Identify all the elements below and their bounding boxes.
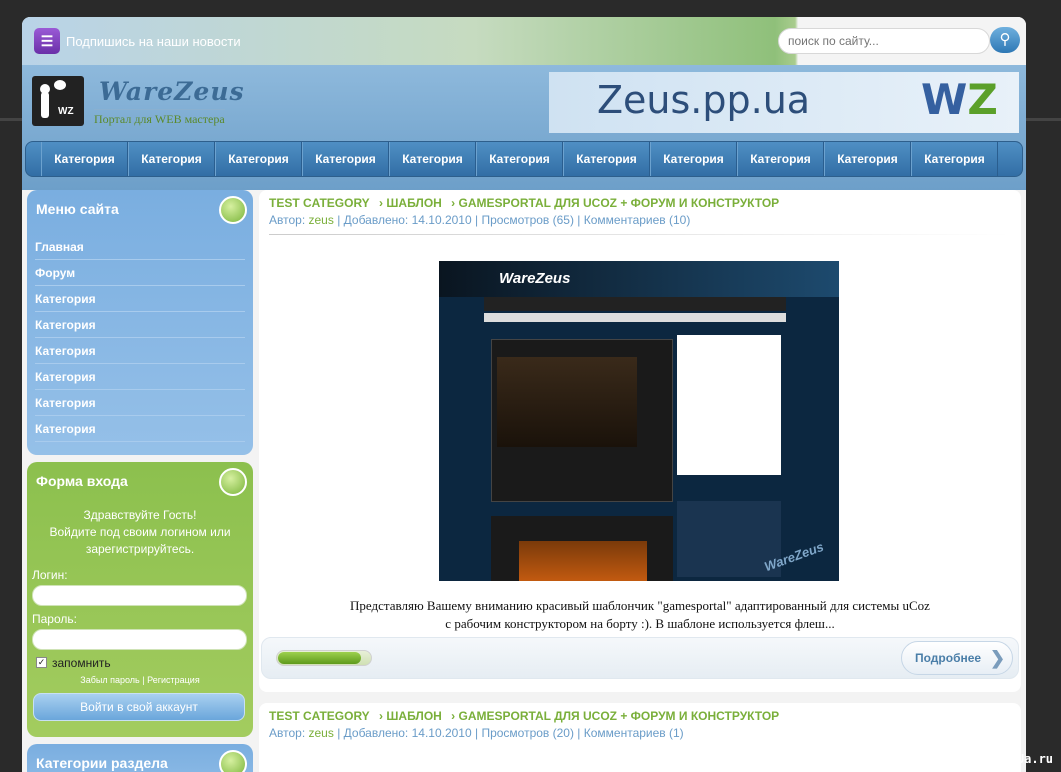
author-link[interactable]: zeus bbox=[309, 213, 334, 227]
remember-checkbox[interactable]: ✓ bbox=[36, 657, 47, 668]
nav-item[interactable]: Категория bbox=[41, 142, 128, 176]
menu-item[interactable]: Главная bbox=[35, 234, 245, 260]
rss-icon[interactable]: ☰ bbox=[34, 28, 60, 54]
nav-item[interactable]: Категория bbox=[563, 142, 650, 176]
search-button[interactable]: ⚲ bbox=[990, 27, 1020, 53]
nav-item[interactable]: Категория bbox=[389, 142, 476, 176]
crumb-category[interactable]: TEST CATEGORY bbox=[269, 709, 370, 723]
post-description: Представляю Вашему вниманию красивый шаб… bbox=[350, 598, 930, 631]
nav-item[interactable]: Категория bbox=[215, 142, 302, 176]
nav-item[interactable]: Категория bbox=[302, 142, 389, 176]
crumb-category[interactable]: TEST CATEGORY bbox=[269, 196, 370, 210]
menu-item[interactable]: Форум bbox=[35, 260, 245, 286]
forgot-password-link[interactable]: Забыл пароль bbox=[80, 675, 139, 685]
search-icon: ⚲ bbox=[999, 31, 1011, 48]
header-banner[interactable]: Zeus.pp.ua WZ bbox=[549, 72, 1019, 133]
login-label: Логин: bbox=[32, 568, 68, 582]
breadcrumb: TEST CATEGORY › ШАБЛОН › GAMESPORTAL ДЛЯ… bbox=[269, 709, 785, 723]
post-screenshot[interactable]: WareZeus WareZeus bbox=[439, 261, 839, 581]
nav-item[interactable]: Категория bbox=[824, 142, 911, 176]
login-form: Форма входа Здравствуйте Гость! Войдите … bbox=[27, 462, 253, 737]
login-greeting: Здравствуйте Гость! Войдите под своим ло… bbox=[49, 508, 231, 556]
menu-item[interactable]: Категория bbox=[35, 364, 245, 390]
categories-box: Категории раздела bbox=[27, 744, 253, 772]
crumb-post[interactable]: › GAMESPORTAL ДЛЯ UCOZ + ФОРУМ И КОНСТРУ… bbox=[451, 709, 779, 723]
page: ☰ Подпишись на наши новости ⚲ WZ WareZeu… bbox=[22, 17, 1026, 772]
divider bbox=[269, 234, 1011, 235]
menu-item[interactable]: Категория bbox=[35, 390, 245, 416]
login-title: Форма входа bbox=[36, 473, 128, 489]
post-footer: Подробнее ❯ bbox=[261, 637, 1019, 679]
categories-ball-icon bbox=[219, 750, 247, 772]
main-nav: Категория Категория Категория Категория Кате… bbox=[25, 141, 1023, 177]
menu-item[interactable]: Категория bbox=[35, 312, 245, 338]
post-meta: Автор: zeus | Добавлено: 14.10.2010 | Пр… bbox=[269, 726, 684, 740]
login-input[interactable] bbox=[32, 585, 247, 606]
header: WZ WareZeus Портал для WEB мастера Zeus.… bbox=[22, 65, 1026, 190]
crumb-template[interactable]: › ШАБЛОН bbox=[379, 196, 442, 210]
banner-logo: WZ bbox=[921, 75, 998, 124]
login-ball-icon bbox=[219, 468, 247, 496]
top-bar: ☰ Подпишись на наши новости ⚲ bbox=[22, 17, 1026, 65]
read-more-button[interactable]: Подробнее ❯ bbox=[901, 641, 1013, 675]
arrow-right-icon: ❯ bbox=[990, 648, 1006, 668]
rating-bar[interactable] bbox=[276, 650, 372, 666]
crumb-template[interactable]: › ШАБЛОН bbox=[379, 709, 442, 723]
nav-item[interactable]: Категория bbox=[911, 142, 998, 176]
search-input[interactable] bbox=[778, 28, 990, 54]
watermark: UcozUa.ru bbox=[988, 752, 1054, 766]
menu-item[interactable]: Категория bbox=[35, 338, 245, 364]
nav-item[interactable]: Категория bbox=[476, 142, 563, 176]
register-link[interactable]: Регистрация bbox=[147, 675, 200, 685]
remember-label: запомнить bbox=[52, 656, 111, 670]
menu-item[interactable]: Категория bbox=[35, 286, 245, 312]
login-links: Забыл пароль | Регистрация bbox=[80, 675, 200, 685]
site-title[interactable]: WareZeus bbox=[99, 77, 245, 106]
post: TEST CATEGORY › ШАБЛОН › GAMESPORTAL ДЛЯ… bbox=[259, 190, 1021, 692]
password-label: Пароль: bbox=[32, 612, 77, 626]
password-input[interactable] bbox=[32, 629, 247, 650]
menu-title: Меню сайта bbox=[36, 201, 119, 217]
post: TEST CATEGORY › ШАБЛОН › GAMESPORTAL ДЛЯ… bbox=[259, 703, 1021, 772]
logo-icon[interactable]: WZ bbox=[32, 76, 84, 126]
login-button[interactable]: Войти в свой аккаунт bbox=[33, 693, 245, 721]
site-subtitle: Портал для WEB мастера bbox=[94, 109, 225, 127]
subscribe-link[interactable]: Подпишись на наши новости bbox=[66, 34, 241, 49]
nav-item[interactable]: Категория bbox=[650, 142, 737, 176]
categories-title: Категории раздела bbox=[36, 755, 168, 771]
menu-ball-icon bbox=[219, 196, 247, 224]
nav-item[interactable]: Категория bbox=[128, 142, 215, 176]
crumb-post[interactable]: › GAMESPORTAL ДЛЯ UCOZ + ФОРУМ И КОНСТРУ… bbox=[451, 196, 779, 210]
banner-text: Zeus.pp.ua bbox=[597, 78, 811, 122]
author-link[interactable]: zeus bbox=[309, 726, 334, 740]
screenshot-logo: WareZeus bbox=[499, 270, 571, 287]
site-menu: Меню сайта Главная Форум Категория Категори… bbox=[27, 190, 253, 455]
menu-item[interactable]: Категория bbox=[35, 416, 245, 442]
nav-item[interactable]: Категория bbox=[737, 142, 824, 176]
post-meta: Автор: zeus | Добавлено: 14.10.2010 | Пр… bbox=[269, 213, 691, 227]
breadcrumb: TEST CATEGORY › ШАБЛОН › GAMESPORTAL ДЛЯ… bbox=[269, 196, 785, 210]
